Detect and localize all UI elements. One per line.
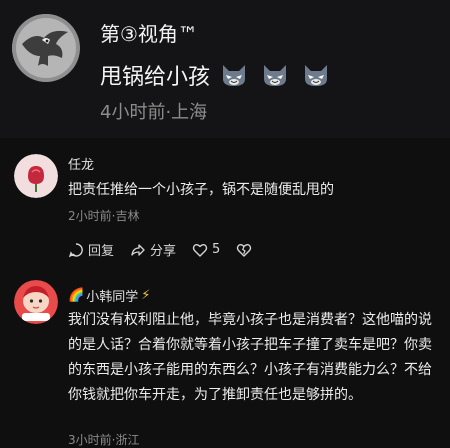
share-label: 分享 (150, 244, 177, 259)
comment-meta: 3小时前·浙江 (68, 433, 140, 447)
like-button[interactable]: 5 (192, 242, 220, 258)
share-button[interactable]: 分享 (130, 240, 176, 259)
author-avatar[interactable] (12, 14, 80, 82)
heart-icon (192, 243, 208, 257)
emoji-row (220, 62, 343, 88)
rose-avatar-icon (14, 154, 58, 198)
reply-button[interactable]: 回复 (68, 240, 114, 259)
comment-item: 任龙 把责任推给一个小孩子，锅不是随便乱甩的 2小时前·吉林 回复 分享 5 (0, 148, 450, 268)
reply-icon (68, 242, 83, 257)
cat-face-icon (261, 62, 289, 88)
commenter-name[interactable]: 🌈 小韩同学 ⚡ (68, 286, 150, 305)
comment-text: 我们没有权利阻止他，毕竟小孩子也是消费者？这他喵的说的是人话？合着你就等着小孩子… (68, 312, 432, 403)
cat-face-icon (220, 62, 248, 88)
post-title: 甩锅给小孩 (100, 60, 343, 90)
commenter-avatar[interactable] (14, 154, 58, 198)
post-author-name[interactable]: 第③视角™ (100, 18, 198, 47)
like-count: 5 (212, 242, 221, 257)
comment-item: 🌈 小韩同学 ⚡ 我们没有权利阻止他，毕竟小孩子也是消费者？这他喵的说的是人话？… (0, 276, 450, 447)
commenter-name-text: 小韩同学 (86, 290, 139, 305)
reply-label: 回复 (88, 244, 115, 259)
post-title-text: 甩锅给小孩 (100, 65, 211, 90)
post-header: 第③视角™ 甩锅给小孩 4小时前·上海 (0, 0, 450, 138)
lightning-icon: ⚡ (141, 288, 151, 303)
rainbow-icon: 🌈 (68, 288, 85, 303)
comment-actions: 回复 分享 5 (68, 240, 268, 259)
baby-avatar-icon (14, 280, 58, 324)
dislike-button[interactable] (236, 242, 252, 258)
commenter-avatar[interactable] (14, 280, 58, 324)
cat-face-icon (302, 62, 330, 88)
comment-text: 把责任推给一个小孩子，锅不是随便乱甩的 (68, 182, 334, 198)
avatar-eagle-icon (12, 14, 80, 82)
comment-meta: 2小时前·吉林 (68, 209, 140, 223)
broken-heart-icon (237, 243, 252, 257)
share-icon (131, 243, 145, 256)
commenter-name[interactable]: 任龙 (68, 154, 94, 173)
post-meta: 4小时前·上海 (100, 102, 208, 123)
